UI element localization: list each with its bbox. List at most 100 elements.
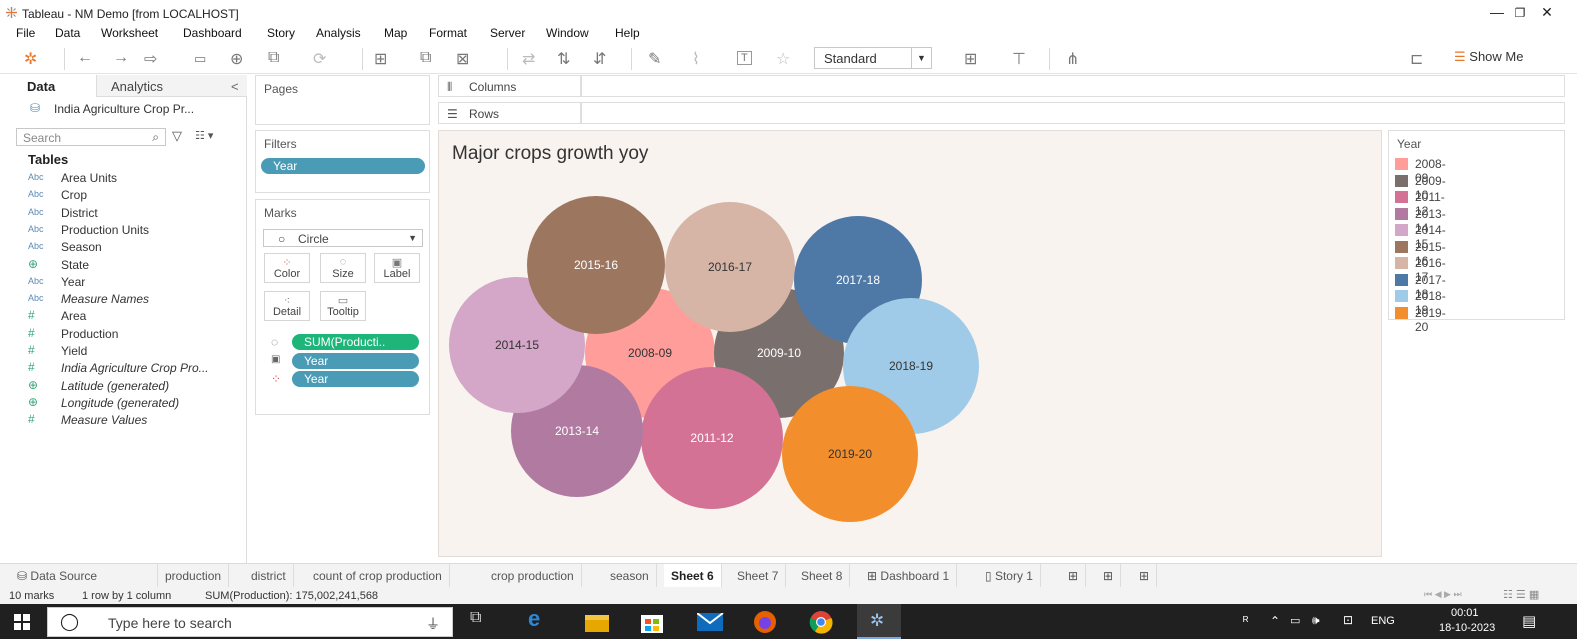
field-item[interactable]: Abc Production Units <box>0 222 240 239</box>
tab-district[interactable]: district <box>244 564 294 588</box>
refresh-icon[interactable]: ⟳ <box>313 49 326 69</box>
view-options-icon[interactable]: ☷ ▾ <box>195 129 213 142</box>
redo-icon[interactable]: → <box>113 49 129 67</box>
tab-navigation-icon[interactable]: ⏮ ◀ ▶ ⏭ <box>1424 589 1462 600</box>
chrome-icon[interactable] <box>809 610 839 636</box>
menu-story[interactable]: Story <box>267 26 295 40</box>
tab-story-1[interactable]: ▯ Story 1 <box>978 564 1041 588</box>
menu-window[interactable]: Window <box>546 26 589 40</box>
close-button[interactable]: ✕ <box>1532 4 1562 21</box>
viz-canvas[interactable]: Major crops growth yoy 2008-09 2009-10 201… <box>438 130 1382 557</box>
marks-pill-label-year[interactable]: Year <box>292 353 419 369</box>
clear-sheet-icon[interactable]: ⊠ <box>456 49 469 69</box>
datasource-name[interactable]: India Agriculture Crop Pr... <box>54 102 194 116</box>
tooltip-button[interactable]: ▭ Tooltip <box>320 291 366 321</box>
field-item[interactable]: Abc District <box>0 205 240 222</box>
filters-card[interactable]: Filters Year <box>255 130 430 193</box>
language-indicator[interactable]: ENG <box>1371 615 1395 627</box>
new-worksheet-tab-icon[interactable]: ⊞ <box>1061 564 1087 588</box>
field-item[interactable]: # Area <box>0 308 240 325</box>
collapse-pane-icon[interactable]: < <box>231 79 239 94</box>
menu-format[interactable]: Format <box>429 26 467 40</box>
pin-icon[interactable]: ☆ <box>776 49 790 69</box>
tab-data-source[interactable]: ⛁ Data Source <box>10 564 158 588</box>
sort-descending-icon[interactable]: ⇵ <box>593 49 606 69</box>
sort-ascending-icon[interactable]: ⇅ <box>557 49 570 69</box>
undo-icon[interactable]: ← <box>77 49 93 67</box>
new-story-tab-icon[interactable]: ⊞ <box>1132 564 1158 588</box>
share-icon[interactable]: ⋔ <box>1066 49 1079 69</box>
tab-sheet-8[interactable]: Sheet 8 <box>794 564 851 588</box>
tab-crop-production[interactable]: crop production <box>484 564 582 588</box>
label-button[interactable]: ▣ Label <box>374 253 420 283</box>
rows-shelf[interactable] <box>581 102 1565 124</box>
tab-data[interactable]: Data <box>0 75 96 97</box>
field-item[interactable]: Abc Measure Names <box>0 291 240 308</box>
tab-production[interactable]: production <box>158 564 230 588</box>
filter-icon[interactable]: ▽ <box>172 128 182 144</box>
microphone-icon[interactable]: ⏚ <box>426 614 440 634</box>
menu-file[interactable]: File <box>16 26 35 40</box>
field-item[interactable]: # Measure Values <box>0 412 240 429</box>
highlight-icon[interactable]: ✎ <box>648 49 661 69</box>
field-item[interactable]: Abc Season <box>0 239 240 256</box>
notification-icon[interactable]: ▤ <box>1522 612 1536 630</box>
tableau-home-icon[interactable]: ✲ <box>24 49 37 69</box>
volume-icon[interactable]: 🕪 <box>1312 613 1320 628</box>
swap-icon[interactable]: ⇄ <box>522 49 535 69</box>
field-item[interactable]: # India Agriculture Crop Pro... <box>0 360 240 377</box>
detail-button[interactable]: ⁖ Detail <box>264 291 310 321</box>
people-icon[interactable]: ᴿ <box>1243 614 1248 628</box>
mark-type-select[interactable]: ○ Circle ▼ <box>263 229 423 247</box>
field-item[interactable]: # Production <box>0 326 240 343</box>
columns-shelf[interactable] <box>581 75 1565 97</box>
file-explorer-icon[interactable] <box>585 612 615 638</box>
mail-icon[interactable] <box>697 613 727 639</box>
grid-view-icon[interactable]: ☷ ☰ ▦ <box>1503 588 1539 601</box>
color-button[interactable]: ⁘ Color <box>264 253 310 283</box>
tableau-taskbar-button[interactable]: ✲ <box>857 604 901 639</box>
menu-worksheet[interactable]: Worksheet <box>101 26 158 40</box>
field-item[interactable]: Abc Crop <box>0 187 240 204</box>
field-item[interactable]: ⊕ Latitude (generated) <box>0 378 240 395</box>
menu-map[interactable]: Map <box>384 26 407 40</box>
color-legend[interactable]: Year 2008-09 2009-10 2011-12 2013-14 2014-15… <box>1388 130 1565 334</box>
save-icon[interactable]: ▭ <box>194 51 206 67</box>
filter-pill-year[interactable]: Year <box>261 158 425 174</box>
task-view-icon[interactable]: ⧉ <box>470 609 500 635</box>
edge-icon[interactable]: e <box>528 606 558 632</box>
presentation-icon[interactable]: ⊤ <box>1012 49 1026 69</box>
pause-updates-icon[interactable]: ⧉ <box>268 49 279 67</box>
field-item[interactable]: # Yield <box>0 343 240 360</box>
field-item[interactable]: Abc Year <box>0 274 240 291</box>
menu-server[interactable]: Server <box>490 26 525 40</box>
duplicate-sheet-icon[interactable]: ⧉ <box>420 49 431 67</box>
size-button[interactable]: ◌ Size <box>320 253 366 283</box>
replay-icon[interactable]: ⇨ <box>144 49 157 69</box>
tray-chevron-icon[interactable]: ⌃ <box>1270 614 1280 628</box>
new-worksheet-icon[interactable]: ⊞ <box>374 49 387 69</box>
tab-dashboard-1[interactable]: ⊞ Dashboard 1 <box>860 564 958 588</box>
battery-icon[interactable]: ▭ <box>1290 614 1300 627</box>
tab-sheet-6[interactable]: Sheet 6 <box>664 564 722 588</box>
tab-sheet-7[interactable]: Sheet 7 <box>730 564 787 588</box>
tab-count-of-crop-production[interactable]: count of crop production <box>306 564 450 588</box>
fit-select[interactable]: Standard ▼ <box>814 47 932 69</box>
new-datasource-icon[interactable]: ⊕ <box>230 49 243 69</box>
firefox-icon[interactable] <box>753 610 783 636</box>
new-dashboard-tab-icon[interactable]: ⊞ <box>1096 564 1122 588</box>
field-item[interactable]: ⊕ Longitude (generated) <box>0 395 240 412</box>
signpost-icon[interactable]: ⊏ <box>1410 49 1423 69</box>
menu-data[interactable]: Data <box>55 26 80 40</box>
tab-season[interactable]: season <box>603 564 657 588</box>
show-cards-icon[interactable]: ⊞ <box>964 49 977 69</box>
taskbar-search-input[interactable]: ◯ Type here to search ⏚ <box>47 607 453 637</box>
menu-analysis[interactable]: Analysis <box>316 26 361 40</box>
network-icon[interactable]: ⊡ <box>1343 613 1353 627</box>
tab-analytics[interactable]: Analytics < <box>96 75 247 97</box>
store-icon[interactable] <box>641 611 671 637</box>
bubble-chart[interactable]: 2008-09 2009-10 2011-12 2013-14 2014-15 2015-… <box>439 131 1383 558</box>
field-item[interactable]: Abc Area Units <box>0 170 240 187</box>
restore-button[interactable]: ❐ <box>1505 6 1535 20</box>
show-labels-icon[interactable]: T <box>737 51 752 65</box>
